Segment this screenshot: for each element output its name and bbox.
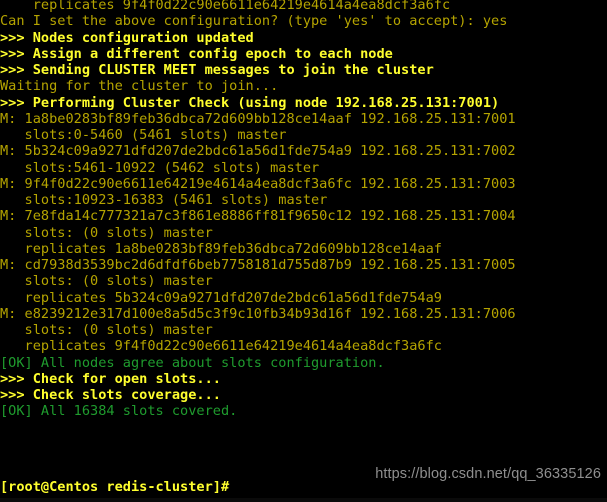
terminal-line: >>> Assign a different config epoch to e… (0, 45, 393, 62)
watermark-url: https://blog.csdn.net/qq_36335126 (375, 466, 601, 482)
terminal-line: >>> Check slots coverage... (0, 387, 221, 403)
terminal-line: replicates 5b324c09a9271dfd207de2bdc61a5… (0, 289, 442, 306)
terminal-line: slots:10923-16383 (5461 slots) master (0, 192, 328, 208)
terminal-line: Waiting for the cluster to join... (0, 78, 279, 95)
terminal-line: >>> Nodes configuration updated (0, 29, 254, 46)
terminal-line: >>> Check for open slots... (0, 370, 221, 387)
terminal-line: slots: (0 slots) master (0, 224, 213, 241)
terminal-line: M: e8239212e317d100e8a5d5c3f9c10fb34b93d… (0, 305, 516, 322)
terminal-line: replicates 1a8be0283bf89feb36dbca72d609b… (0, 240, 442, 257)
window-bottom-edge (0, 498, 607, 502)
terminal-line: >>> Performing Cluster Check (using node… (0, 94, 500, 111)
terminal-line: M: cd7938d3539bc2d6dfdf6beb7758181d755d8… (0, 257, 516, 273)
terminal-line: replicates 9f4f0d22c90e6611e64219e4614a4… (0, 0, 451, 13)
terminal-line: replicates 9f4f0d22c90e6611e64219e4614a4… (0, 338, 442, 355)
terminal-line: slots:5461-10922 (5462 slots) master (0, 159, 320, 176)
terminal-line: [OK] All 16384 slots covered. (0, 403, 238, 420)
terminal-line: [OK] All nodes agree about slots configu… (0, 354, 385, 371)
terminal-line: slots: (0 slots) master (0, 322, 213, 338)
terminal-line: M: 7e8fda14c777321a7c3f861e8886ff81f9650… (0, 208, 516, 225)
terminal-line: M: 5b324c09a9271dfd207de2bdc61a56d1fde75… (0, 143, 516, 160)
terminal-line: >>> Sending CLUSTER MEET messages to joi… (0, 62, 434, 78)
terminal-line: Can I set the above configuration? (type… (0, 13, 508, 30)
terminal-line: slots: (0 slots) master (0, 273, 213, 290)
terminal-window[interactable]: replicates 9f4f0d22c90e6611e64219e4614a4… (0, 0, 607, 502)
terminal-line: slots:0-5460 (5461 slots) master (0, 127, 287, 143)
terminal-output: replicates 9f4f0d22c90e6611e64219e4614a4… (0, 0, 607, 420)
shell-prompt-text: [root@Centos redis-cluster]# (0, 479, 238, 495)
terminal-line: M: 1a8be0283bf89feb36dbca72d609bb128ce14… (0, 110, 516, 127)
terminal-line: M: 9f4f0d22c90e6611e64219e4614a4ea8dcf3a… (0, 175, 516, 192)
